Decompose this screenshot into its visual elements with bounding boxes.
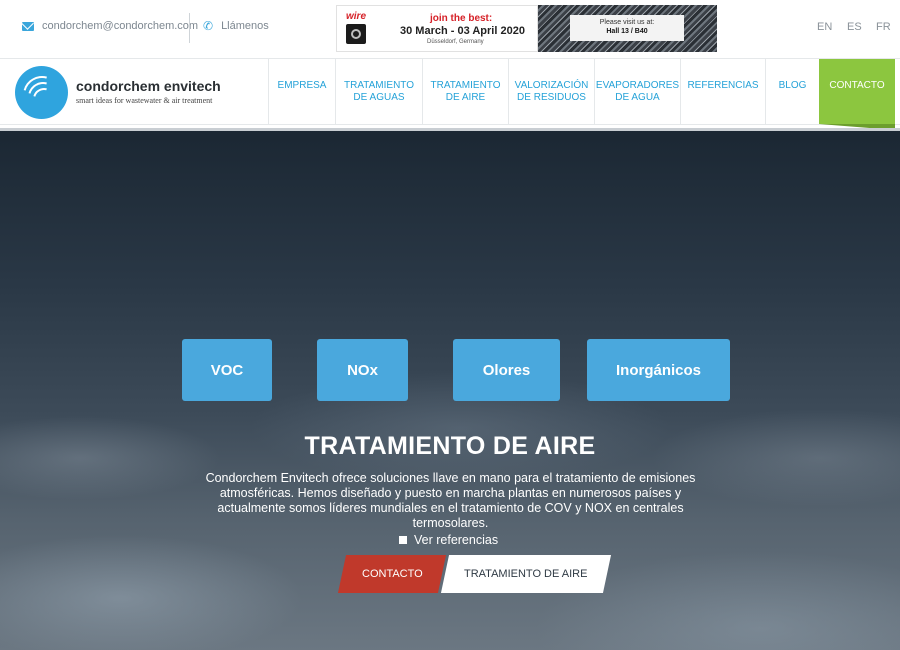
banner-tagline: join the best: bbox=[430, 13, 493, 24]
email-text[interactable]: condorchem@condorchem.com bbox=[42, 20, 198, 32]
lang-es-link[interactable]: ES bbox=[847, 21, 862, 33]
wire-logo-mark-icon bbox=[346, 24, 366, 44]
phone-icon: ✆ bbox=[203, 19, 214, 33]
cta-contact-button[interactable]: CONTACTO bbox=[337, 555, 447, 593]
category-voc-button[interactable]: VOC bbox=[182, 339, 272, 401]
topbar-divider bbox=[189, 13, 190, 43]
brand-name[interactable]: condorchem envitech bbox=[76, 78, 221, 94]
envelope-icon bbox=[22, 21, 34, 31]
brand-tagline: smart ideas for wastewater & air treatme… bbox=[76, 96, 213, 105]
email-contact[interactable]: condorchem@condorchem.com bbox=[22, 20, 198, 32]
nav-item-tratamiento-aguas[interactable]: TRATAMIENTO DE AGUAS bbox=[335, 59, 422, 124]
lang-en-link[interactable]: EN bbox=[817, 21, 832, 33]
lang-fr-link[interactable]: FR bbox=[876, 21, 891, 33]
banner-city: Düsseldorf, Germany bbox=[427, 39, 484, 45]
ver-referencias-link[interactable]: Ver referencias bbox=[399, 533, 498, 547]
event-banner[interactable]: wire join the best: 30 March - 03 April … bbox=[336, 5, 717, 52]
phone-label[interactable]: Llámenos bbox=[221, 20, 269, 32]
banner-visit-line: Please visit us at: bbox=[599, 19, 655, 26]
category-nox-button[interactable]: NOx bbox=[317, 339, 408, 401]
category-olores-button[interactable]: Olores bbox=[453, 339, 560, 401]
category-inorganicos-button[interactable]: Inorgánicos bbox=[587, 339, 730, 401]
hero-section: VOC NOx Olores Inorgánicos TRATAMIENTO D… bbox=[0, 128, 900, 650]
cta-tratamiento-aire-button[interactable]: TRATAMIENTO DE AIRE bbox=[440, 555, 612, 593]
nav-item-referencias[interactable]: REFERENCIAS bbox=[680, 59, 765, 124]
cta-tratamiento-aire-label: TRATAMIENTO DE AIRE bbox=[464, 568, 588, 580]
ver-referencias-label[interactable]: Ver referencias bbox=[414, 533, 498, 547]
event-banner-visit[interactable]: Please visit us at: Hall 13 / B40 bbox=[538, 5, 717, 52]
nav-item-blog[interactable]: BLOG bbox=[765, 59, 819, 124]
nav-item-valorizacion-residuos[interactable]: VALORIZACIÓN DE RESIDUOS bbox=[508, 59, 594, 124]
brand-logo-icon[interactable] bbox=[15, 66, 68, 119]
phone-contact[interactable]: ✆ Llámenos bbox=[203, 20, 269, 32]
square-icon bbox=[399, 536, 407, 544]
banner-hall: Hall 13 / B40 bbox=[606, 28, 648, 35]
event-banner-info[interactable]: wire join the best: 30 March - 03 April … bbox=[336, 5, 538, 52]
hero-divider bbox=[0, 128, 900, 131]
hero-title: TRATAMIENTO DE AIRE bbox=[304, 432, 596, 460]
hero-description: Condorchem Envitech ofrece soluciones ll… bbox=[205, 471, 696, 530]
nav-item-evaporadores-agua[interactable]: EVAPORADORES DE AGUA bbox=[594, 59, 680, 124]
nav-contact-button[interactable]: CONTACTO bbox=[819, 59, 895, 130]
top-bar: condorchem@condorchem.com ✆ Llámenos wir… bbox=[0, 0, 900, 58]
nav-item-empresa[interactable]: EMPRESA bbox=[268, 59, 335, 124]
nav-item-tratamiento-aire[interactable]: TRATAMIENTO DE AIRE bbox=[422, 59, 508, 124]
banner-dates: 30 March - 03 April 2020 bbox=[400, 25, 525, 37]
cta-contact-label: CONTACTO bbox=[361, 568, 423, 580]
main-nav: EMPRESA TRATAMIENTO DE AGUAS TRATAMIENTO… bbox=[268, 59, 819, 124]
wire-logo: wire bbox=[346, 12, 368, 44]
banner-visit-box: Please visit us at: Hall 13 / B40 bbox=[570, 15, 684, 41]
